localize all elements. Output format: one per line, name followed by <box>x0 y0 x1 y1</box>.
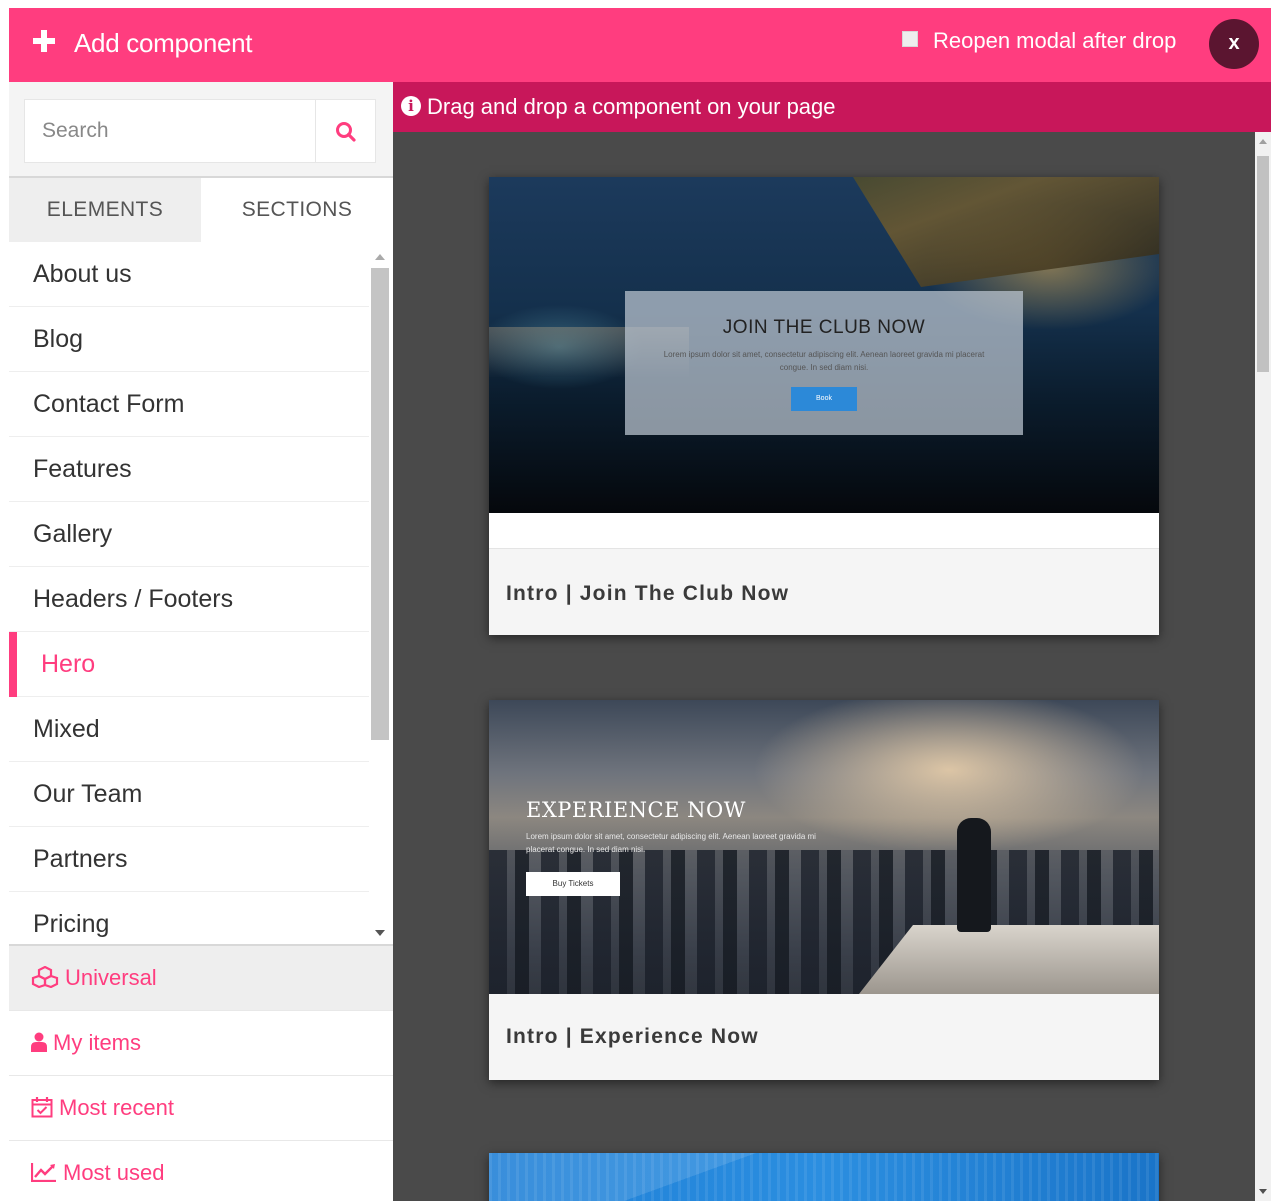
category-item-hero[interactable]: Hero <box>9 632 369 697</box>
category-item-gallery[interactable]: Gallery <box>9 502 369 567</box>
user-icon <box>31 1032 47 1053</box>
preview-text: Lorem ipsum dolor sit amet, consectetur … <box>526 832 816 854</box>
component-preview-image: JOIN THE CLUB NOW Lorem ipsum dolor sit … <box>489 177 1159 513</box>
info-icon: i <box>401 96 421 117</box>
component-card-label: Intro | Experience Now <box>506 1025 759 1048</box>
category-scrollbar[interactable] <box>369 250 393 944</box>
category-list: About us Blog Contact Form Features Gall… <box>9 242 369 944</box>
scroll-up-arrow-icon[interactable] <box>1259 139 1267 144</box>
preview-person <box>957 818 991 932</box>
line-chart-icon <box>31 1163 56 1183</box>
scroll-up-arrow-icon[interactable] <box>375 254 385 260</box>
add-component-modal: Add component Reopen modal after drop x … <box>9 8 1271 1201</box>
preview-button: Buy Tickets <box>526 872 620 896</box>
category-item-partners[interactable]: Partners <box>9 827 369 892</box>
info-text: Drag and drop a component on your page <box>427 94 836 119</box>
tab-sections[interactable]: SECTIONS <box>201 178 393 242</box>
category-item-blog[interactable]: Blog <box>9 307 369 372</box>
category-item-pricing[interactable]: Pricing <box>9 892 369 944</box>
search-icon <box>336 122 356 142</box>
component-card-label: Intro | Join The Club Now <box>506 582 790 605</box>
component-preview-image <box>489 1153 1159 1201</box>
quick-link-most-used[interactable]: Most used <box>9 1141 393 1201</box>
tab-bar: ELEMENTS SECTIONS <box>9 178 393 242</box>
scroll-down-arrow-icon[interactable] <box>1259 1189 1267 1194</box>
sidebar: ELEMENTS SECTIONS About us Blog Contact … <box>9 82 393 1201</box>
preview-overlay-box: JOIN THE CLUB NOW Lorem ipsum dolor sit … <box>625 291 1023 435</box>
category-item-features[interactable]: Features <box>9 437 369 502</box>
quick-link-label: Most used <box>63 1160 165 1185</box>
component-preview-list: JOIN THE CLUB NOW Lorem ipsum dolor sit … <box>393 132 1255 1201</box>
preview-title: EXPERIENCE NOW <box>526 798 746 822</box>
modal-title: Add component <box>74 28 253 58</box>
quick-link-my-items[interactable]: My items <box>9 1011 393 1076</box>
scrollbar-thumb[interactable] <box>1257 156 1269 372</box>
preview-title: JOIN THE CLUB NOW <box>722 317 926 338</box>
component-card-partial[interactable] <box>489 1153 1159 1201</box>
preview-text: Lorem ipsum dolor sit amet, consectetur … <box>663 350 985 372</box>
reopen-modal-label[interactable]: Reopen modal after drop <box>933 28 1176 54</box>
cubes-icon <box>31 966 59 989</box>
calendar-check-icon <box>31 1097 53 1118</box>
quick-link-universal[interactable]: Universal <box>9 946 393 1011</box>
plus-icon <box>33 30 55 52</box>
search-input[interactable] <box>24 99 316 163</box>
category-item-contact-form[interactable]: Contact Form <box>9 372 369 437</box>
category-item-about-us[interactable]: About us <box>9 242 369 307</box>
info-bar: i Drag and drop a component on your page <box>393 82 1271 132</box>
preview-button: Book <box>791 387 857 411</box>
component-card-experience-now[interactable]: EXPERIENCE NOW Lorem ipsum dolor sit ame… <box>489 700 1159 1080</box>
search-bar <box>9 82 393 178</box>
quick-link-label: My items <box>53 1030 141 1055</box>
category-item-mixed[interactable]: Mixed <box>9 697 369 762</box>
category-item-our-team[interactable]: Our Team <box>9 762 369 827</box>
scrollbar-thumb[interactable] <box>371 268 389 740</box>
reopen-modal-checkbox[interactable] <box>902 31 918 47</box>
modal-header: Add component Reopen modal after drop x <box>9 8 1271 82</box>
component-card-join-the-club[interactable]: JOIN THE CLUB NOW Lorem ipsum dolor sit … <box>489 177 1159 635</box>
component-preview-image: EXPERIENCE NOW Lorem ipsum dolor sit ame… <box>489 700 1159 994</box>
category-item-headers-footers[interactable]: Headers / Footers <box>9 567 369 632</box>
search-button[interactable] <box>316 99 376 163</box>
preview-bottom-strip <box>489 513 1159 549</box>
scroll-down-arrow-icon[interactable] <box>375 930 385 936</box>
quick-link-most-recent[interactable]: Most recent <box>9 1076 393 1141</box>
preview-roof <box>853 177 1159 287</box>
content-scrollbar[interactable] <box>1255 132 1271 1201</box>
quick-link-label: Universal <box>65 965 157 990</box>
tab-elements[interactable]: ELEMENTS <box>9 178 201 242</box>
quick-link-label: Most recent <box>59 1095 174 1120</box>
close-button[interactable]: x <box>1209 19 1259 69</box>
quick-links: Universal My items Most recent Most used <box>9 944 393 1201</box>
